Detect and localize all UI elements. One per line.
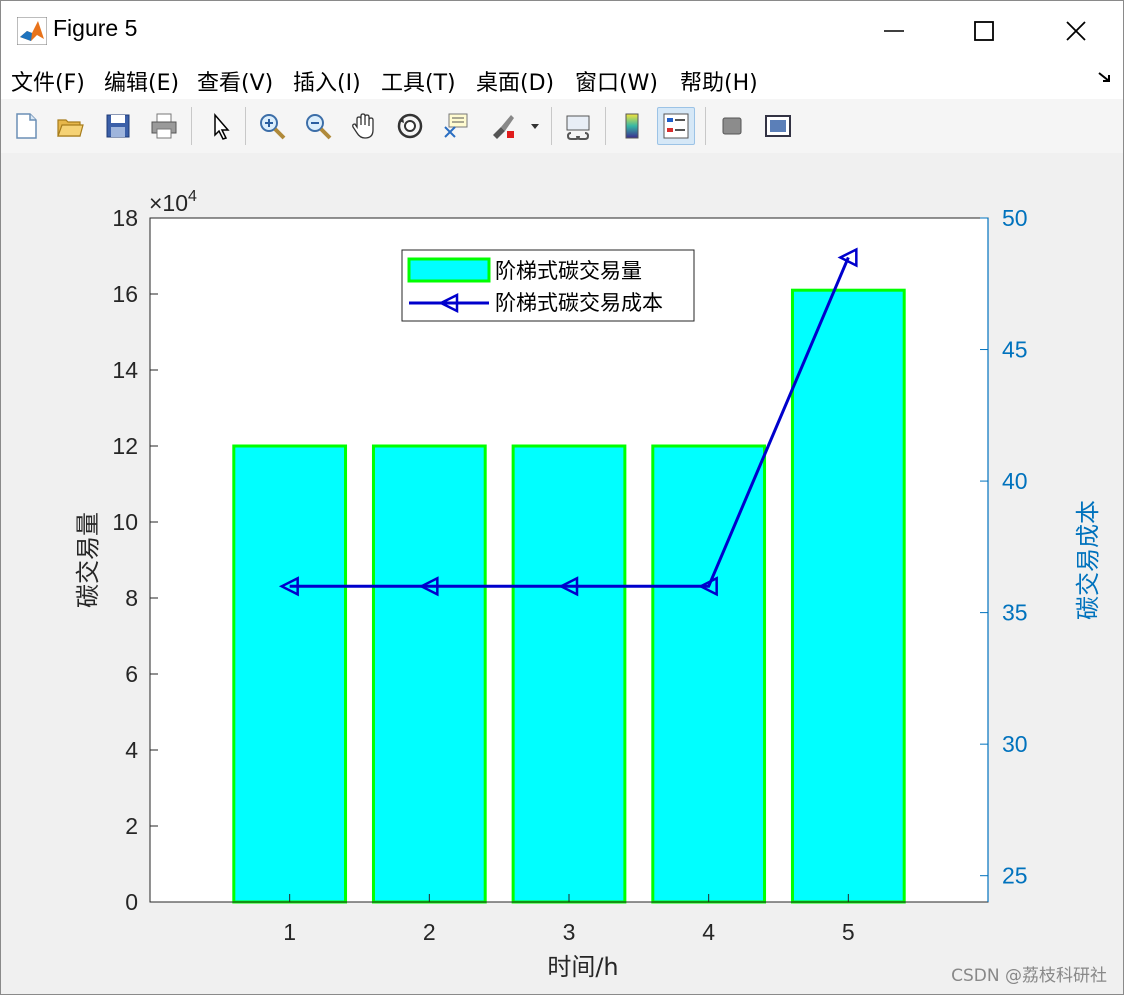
minimize-icon [884,30,904,32]
figure-window: Figure 5 文件(F) 编辑(E) 查看(V) 插入(I) 工具(T) 桌… [0,0,1124,995]
print-icon [151,113,177,139]
figure-canvas: 0 2 4 6 8 10 12 14 16 18 25 30 35 40 45 50 12345 ×104 … [1,153,1123,994]
colorbar-icon [625,113,639,139]
bar-2 [371,444,487,904]
window-title: Figure 5 [53,15,138,41]
show-plot-tools-button[interactable] [759,107,797,145]
pointer-icon [214,112,230,140]
menu-edit[interactable]: 编辑(E) [104,65,179,97]
legend-line-label: 阶梯式碳交易成本 [495,291,663,315]
bar-4 [651,444,767,904]
legend-bar-swatch [407,257,491,283]
toolbar-separator [705,107,706,145]
show-plot-tools-icon [765,115,791,137]
insert-legend-button[interactable] [657,107,695,145]
pan-hand-icon [352,113,374,139]
left-tick-label: 4 [125,737,138,763]
pan-button[interactable] [345,107,383,145]
legend-bar-label: 阶梯式碳交易量 [495,259,642,283]
right-tick-label: 30 [1002,731,1028,757]
right-tick-label: 35 [1002,600,1028,626]
hide-plot-tools-button[interactable] [713,107,751,145]
close-icon [1066,21,1086,41]
close-button[interactable] [1031,5,1121,57]
left-tick-label: 18 [112,205,138,231]
left-tick-label: 12 [112,433,138,459]
chevron-down-icon [531,124,539,129]
bar-3 [511,444,627,904]
right-tick-label: 40 [1002,468,1028,494]
minimize-button[interactable] [849,5,939,57]
menu-bar: 文件(F) 编辑(E) 查看(V) 插入(I) 工具(T) 桌面(D) 窗口(W… [1,59,1123,99]
x-tick-label: 3 [563,919,576,945]
left-tick-label: 14 [112,357,138,383]
toolbar-separator [245,107,246,145]
right-tick-label: 45 [1002,337,1028,363]
menu-window[interactable]: 窗口(W) [575,65,658,97]
menu-help[interactable]: 帮助(H) [680,65,758,97]
brush-dropdown-button[interactable] [525,107,545,145]
left-axis-label: 碳交易量 [74,512,102,608]
maximize-icon [974,21,994,41]
x-tick-label: 1 [283,919,296,945]
menu-view[interactable]: 查看(V) [197,65,273,97]
left-tick-label: 8 [125,585,138,611]
right-tick-label: 50 [1002,205,1028,231]
menu-desktop[interactable]: 桌面(D) [476,65,554,97]
zoom-out-icon [306,114,332,140]
brush-button[interactable] [483,107,521,145]
rotate-3d-button[interactable] [391,107,429,145]
insert-colorbar-button[interactable] [613,107,651,145]
chart: 024681012141618 253035404550 12345 ×104 … [74,188,1102,981]
x-axis-label: 时间/h [547,953,618,981]
right-tick-label: 25 [1002,863,1028,889]
toolbar-separator [551,107,552,145]
print-button[interactable] [145,107,183,145]
rotate-3d-icon [397,113,423,139]
brush-icon [493,115,514,139]
save-button[interactable] [99,107,137,145]
hide-plot-tools-icon [722,117,742,135]
zoom-in-icon [260,114,286,140]
left-tick-label: 2 [125,813,138,839]
open-folder-icon [57,119,84,137]
legend-icon [663,113,689,139]
open-file-button[interactable] [51,107,89,145]
menu-insert[interactable]: 插入(I) [293,65,361,97]
menu-file[interactable]: 文件(F) [11,65,85,97]
toolbar-separator [191,107,192,145]
x-tick-label: 2 [423,919,436,945]
link-plot-button[interactable] [559,107,597,145]
left-tick-label: 10 [112,509,138,535]
x-tick-label: 5 [842,919,855,945]
data-cursor-icon [444,113,468,138]
dock-arrow-icon[interactable] [1097,69,1113,85]
menu-tools[interactable]: 工具(T) [381,65,456,97]
select-button[interactable] [201,107,239,145]
bar-5 [790,288,906,904]
right-axis-label: 碳交易成本 [1074,500,1102,620]
watermark: CSDN @荔枝科研社 [951,966,1107,986]
matlab-logo-icon [17,17,47,45]
zoom-out-button[interactable] [299,107,337,145]
link-plot-icon [566,115,590,140]
data-cursor-button[interactable] [437,107,475,145]
legend[interactable]: 阶梯式碳交易量 阶梯式碳交易成本 [401,249,695,322]
maximize-button[interactable] [939,5,1029,57]
left-tick-label: 0 [125,889,138,915]
toolbar [1,99,1123,154]
bar-1 [232,444,348,904]
left-axis-exponent: ×104 [149,188,197,216]
title-bar: Figure 5 [1,1,1123,59]
left-tick-label: 16 [112,281,138,307]
x-tick-label: 4 [702,919,715,945]
left-tick-label: 6 [125,661,138,687]
new-figure-button[interactable] [7,107,45,145]
zoom-in-button[interactable] [253,107,291,145]
save-icon [106,114,130,138]
new-file-icon [16,113,37,139]
toolbar-separator [605,107,606,145]
